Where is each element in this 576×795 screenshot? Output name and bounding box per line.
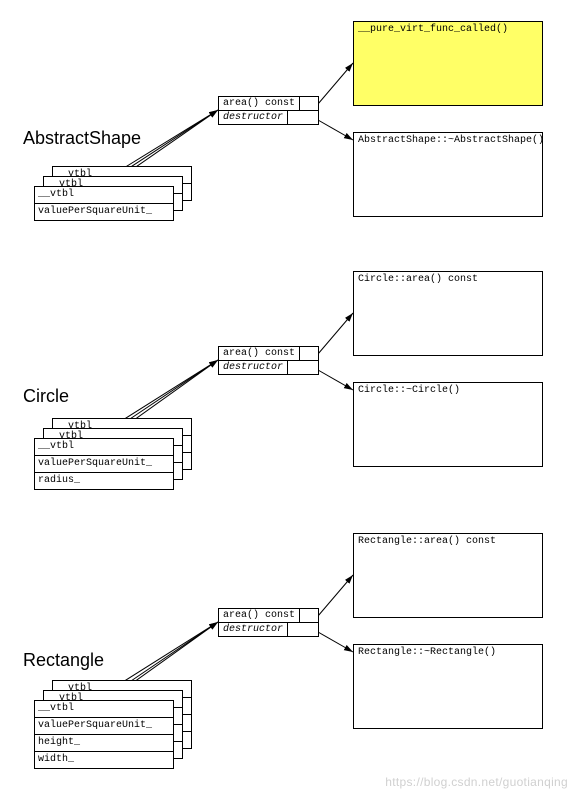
fn-box-rect-area: Rectangle::area() const	[353, 533, 543, 618]
obj-field: radius_	[35, 472, 173, 489]
fn-box-rect-dtor: Rectangle::~Rectangle()	[353, 644, 543, 729]
fn-box-abstract-dtor: AbstractShape::~AbstractShape()	[353, 132, 543, 217]
class-label-abstractshape: AbstractShape	[23, 128, 141, 149]
fn-name: AbstractShape::~AbstractShape()	[358, 135, 544, 146]
obj-field: __vtbl	[35, 187, 173, 203]
vtable-slot: area() const	[219, 347, 300, 360]
vtable-slot: destructor	[219, 361, 288, 374]
obj-field: width_	[35, 751, 173, 768]
diagram-stage: AbstractShape __vtbl __vtbl __vtbl value…	[0, 0, 576, 795]
fn-box-pure-virt: __pure_virt_func_called()	[353, 21, 543, 106]
obj-field: height_	[35, 734, 173, 751]
object-instance: __vtbl valuePerSquareUnit_	[34, 186, 174, 221]
fn-name: Rectangle::area() const	[358, 536, 496, 547]
object-instance: __vtbl valuePerSquareUnit_ radius_	[34, 438, 174, 490]
vtable-slot: destructor	[219, 623, 288, 636]
fn-name: Circle::~Circle()	[358, 385, 460, 396]
class-label-circle: Circle	[23, 386, 69, 407]
class-label-rectangle: Rectangle	[23, 650, 104, 671]
fn-name: __pure_virt_func_called()	[358, 24, 508, 35]
fn-name: Rectangle::~Rectangle()	[358, 647, 496, 658]
obj-field: valuePerSquareUnit_	[35, 455, 173, 472]
vtable-circle: area() const destructor	[218, 346, 319, 375]
watermark: https://blog.csdn.net/guotianqing	[385, 775, 568, 789]
obj-field: valuePerSquareUnit_	[35, 203, 173, 220]
vtable-ptr-cell	[288, 623, 306, 636]
vtable-ptr-cell	[288, 361, 306, 374]
fn-box-circle-area: Circle::area() const	[353, 271, 543, 356]
obj-field: __vtbl	[35, 439, 173, 455]
vtable-slot: area() const	[219, 609, 300, 622]
vtable-abstractshape: area() const destructor	[218, 96, 319, 125]
vtable-ptr-cell	[300, 347, 318, 360]
vtable-ptr-cell	[288, 111, 306, 124]
obj-field: __vtbl	[35, 701, 173, 717]
vtable-ptr-cell	[300, 97, 318, 110]
object-instance: __vtbl valuePerSquareUnit_ height_ width…	[34, 700, 174, 769]
fn-box-circle-dtor: Circle::~Circle()	[353, 382, 543, 467]
obj-field: valuePerSquareUnit_	[35, 717, 173, 734]
vtable-rectangle: area() const destructor	[218, 608, 319, 637]
vtable-slot: area() const	[219, 97, 300, 110]
vtable-ptr-cell	[300, 609, 318, 622]
vtable-slot: destructor	[219, 111, 288, 124]
fn-name: Circle::area() const	[358, 274, 478, 285]
